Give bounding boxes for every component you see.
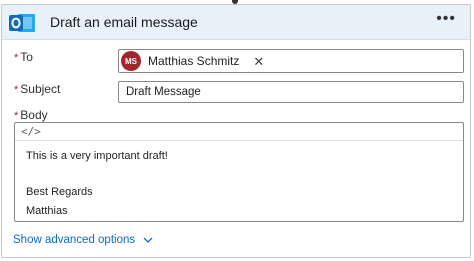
body-label-row: * Body — [14, 108, 48, 122]
code-view-icon[interactable]: </> — [21, 125, 41, 138]
outlook-icon — [9, 14, 35, 32]
required-marker: * — [14, 110, 19, 122]
card-title: Draft an email message — [50, 14, 198, 30]
subject-field[interactable]: Draft Message — [118, 81, 464, 103]
card-header[interactable]: Draft an email message ••• — [2, 5, 470, 40]
to-label: To — [20, 50, 33, 64]
more-options-button[interactable]: ••• — [436, 10, 456, 28]
required-marker: * — [14, 84, 19, 96]
chevron-down-icon — [143, 237, 153, 243]
body-toolbar: </> — [15, 123, 463, 141]
action-card: Draft an email message ••• * To MS Matthi… — [1, 4, 471, 258]
body-line: This is a very important draft! — [26, 150, 168, 162]
advanced-options-label: Show advanced options — [13, 234, 136, 246]
subject-label: Subject — [20, 82, 61, 96]
remove-recipient-icon[interactable]: ✕ — [253, 55, 264, 68]
required-marker: * — [14, 52, 19, 64]
recipient-pill[interactable]: MS Matthias Schmitz ✕ — [121, 51, 264, 71]
to-label-row: * To — [14, 50, 33, 64]
recipient-name: Matthias Schmitz — [148, 54, 240, 68]
body-label: Body — [20, 108, 48, 122]
body-line: Best Regards — [26, 186, 93, 198]
show-advanced-options-link[interactable]: Show advanced options — [13, 234, 153, 246]
to-field[interactable]: MS Matthias Schmitz ✕ — [118, 49, 464, 73]
avatar: MS — [121, 51, 141, 71]
body-line: Matthias — [26, 205, 68, 217]
body-editor[interactable]: </> This is a very important draft! Best… — [14, 122, 464, 222]
subject-label-row: * Subject — [14, 82, 60, 96]
